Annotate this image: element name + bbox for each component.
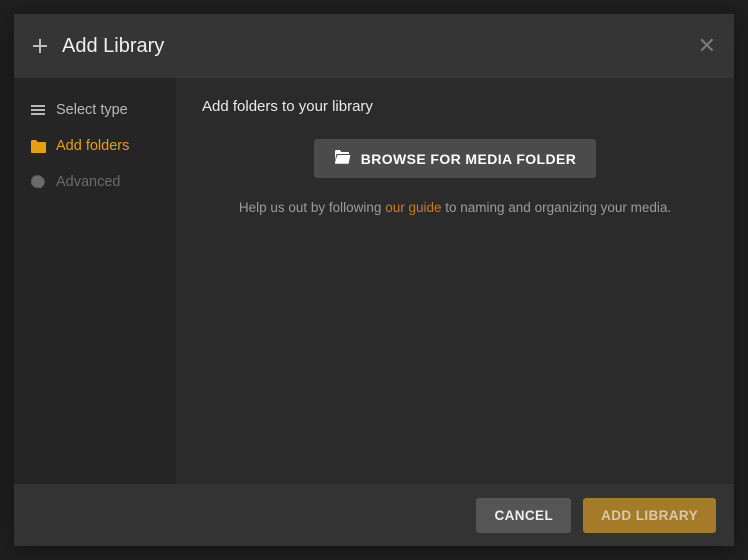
cancel-button[interactable]: CANCEL: [476, 498, 571, 533]
modal-body: Select type Add folders Advanced Add fol…: [14, 78, 734, 484]
close-icon[interactable]: ✕: [698, 35, 716, 57]
wizard-content: Add folders to your library BROWSE FOR M…: [176, 78, 734, 484]
help-text: Help us out by following our guide to na…: [202, 200, 708, 215]
plus-icon: [32, 38, 48, 54]
browse-media-folder-button[interactable]: BROWSE FOR MEDIA FOLDER: [314, 139, 597, 178]
help-prefix: Help us out by following: [239, 200, 385, 215]
folder-icon: [30, 140, 46, 153]
add-library-button[interactable]: ADD LIBRARY: [583, 498, 716, 533]
sidebar-item-label: Select type: [56, 102, 128, 118]
sidebar-item-label: Add folders: [56, 138, 129, 154]
help-guide-link[interactable]: our guide: [385, 200, 441, 215]
gear-icon: [30, 175, 46, 189]
sidebar-item-advanced: Advanced: [14, 164, 176, 200]
modal-header: Add Library ✕: [14, 14, 734, 78]
sidebar-item-add-folders[interactable]: Add folders: [14, 128, 176, 164]
add-library-modal: Add Library ✕ Select type Add folders: [14, 14, 734, 546]
modal-title: Add Library: [62, 35, 164, 58]
folder-open-icon: [334, 150, 351, 167]
modal-footer: CANCEL ADD LIBRARY: [14, 484, 734, 546]
sidebar-item-label: Advanced: [56, 174, 121, 190]
list-icon: [30, 103, 46, 117]
wizard-sidebar: Select type Add folders Advanced: [14, 78, 176, 484]
browse-button-label: BROWSE FOR MEDIA FOLDER: [361, 151, 577, 167]
sidebar-item-select-type[interactable]: Select type: [14, 92, 176, 128]
browse-row: BROWSE FOR MEDIA FOLDER: [202, 139, 708, 178]
help-suffix: to naming and organizing your media.: [442, 200, 672, 215]
content-heading: Add folders to your library: [202, 98, 708, 115]
